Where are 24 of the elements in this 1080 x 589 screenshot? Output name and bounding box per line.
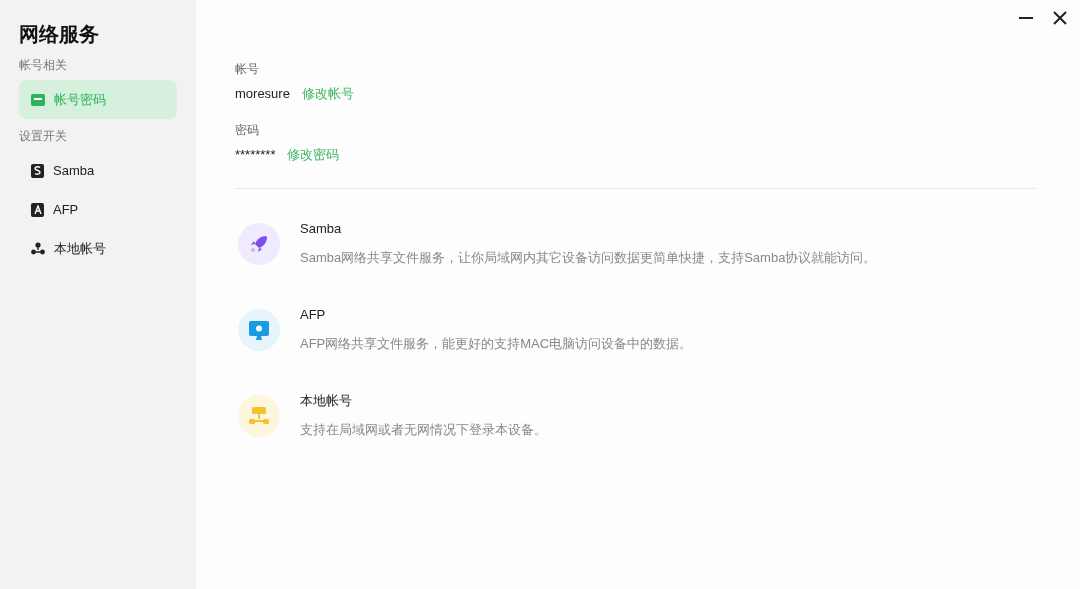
sidebar-item[interactable]: Samba xyxy=(19,151,177,190)
section-heading: 帐号相关 xyxy=(19,57,68,74)
sidebar-title: 网络服务 xyxy=(19,22,100,47)
a-letter-icon xyxy=(31,202,44,217)
network-icon xyxy=(238,395,280,437)
service-description: 支持在局域网或者无网情况下登录本设备。 xyxy=(300,420,547,439)
service-title: Samba xyxy=(300,220,343,238)
field-value: moresure xyxy=(235,85,290,103)
card-icon xyxy=(31,93,45,106)
field-value: ******** xyxy=(235,145,276,164)
service-description: Samba网络共享文件服务，让你局域网内其它设备访问数据更简单快捷，支持Samba协议就能访问。 xyxy=(300,248,877,267)
sidebar-item[interactable]: 本地帐号 xyxy=(19,229,177,268)
s-letter-icon xyxy=(31,163,44,178)
service-title: AFP xyxy=(300,306,327,324)
monitor-icon xyxy=(238,309,280,351)
field-label: 密码 xyxy=(235,121,260,139)
sidebar-item[interactable]: AFP xyxy=(19,190,177,229)
service-description: AFP网络共享文件服务，能更好的支持MAC电脑访问设备中的数据。 xyxy=(300,334,693,353)
service-title: 本地帐号 xyxy=(300,392,353,410)
network-nodes-icon xyxy=(31,242,45,255)
section-heading: 设置开关 xyxy=(19,128,68,145)
field-label: 帐号 xyxy=(235,61,260,78)
close-icon[interactable] xyxy=(1052,10,1068,26)
rocket-icon xyxy=(238,223,280,265)
